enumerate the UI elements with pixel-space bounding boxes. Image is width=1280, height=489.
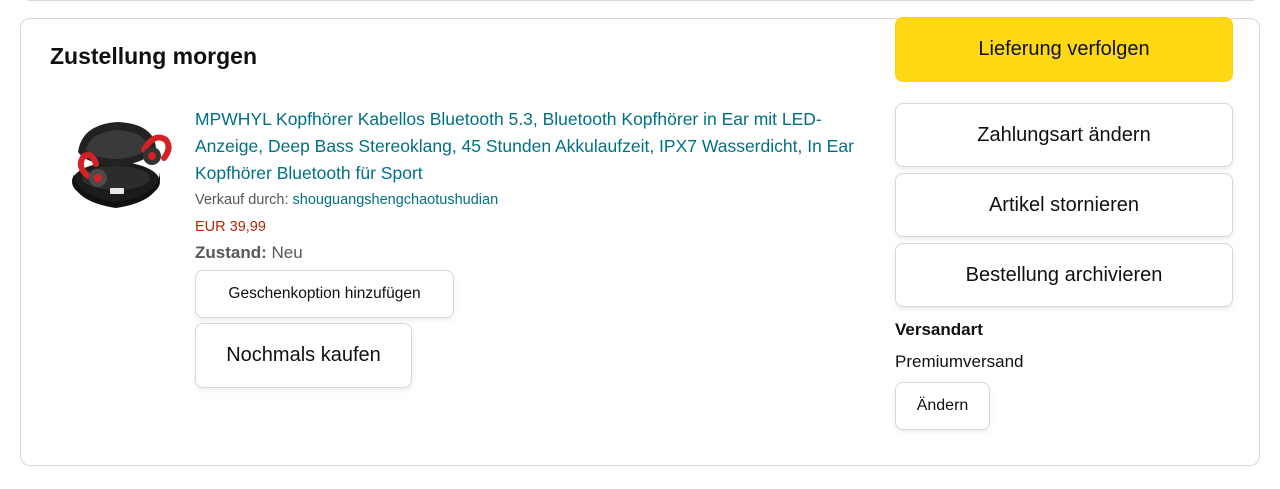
buy-again-button[interactable]: Nochmals kaufen xyxy=(195,323,412,388)
product-title-link[interactable]: MPWHYL Kopfhörer Kabellos Bluetooth 5.3,… xyxy=(195,106,855,187)
condition-label: Zustand: xyxy=(195,243,267,262)
change-payment-button[interactable]: Zahlungsart ändern xyxy=(895,103,1233,167)
order-shipment-card: Zustellung morgen MPWHYL Kopfhörer Kabel… xyxy=(20,17,1260,466)
track-package-button[interactable]: Lieferung verfolgen xyxy=(895,17,1233,82)
delivery-status-title: Zustellung morgen xyxy=(50,43,257,69)
add-gift-option-button[interactable]: Geschenkoption hinzufügen xyxy=(195,270,454,318)
seller-prefix: Verkauf durch: xyxy=(195,192,289,208)
shipping-method-value: Premiumversand xyxy=(895,352,1024,371)
change-shipping-button[interactable]: Ändern xyxy=(895,382,990,430)
seller-line: Verkauf durch: shouguangshengchaotushudi… xyxy=(195,190,855,210)
archive-order-button[interactable]: Bestellung archivieren xyxy=(895,243,1233,307)
condition-value: Neu xyxy=(271,243,303,262)
product-price: EUR 39,99 xyxy=(195,219,266,235)
product-info: MPWHYL Kopfhörer Kabellos Bluetooth 5.3,… xyxy=(195,106,855,264)
earbuds-icon xyxy=(72,122,172,208)
top-divider xyxy=(28,0,1254,1)
product-image[interactable] xyxy=(66,112,178,214)
seller-link[interactable]: shouguangshengchaotushudian xyxy=(293,192,499,208)
cancel-item-button[interactable]: Artikel stornieren xyxy=(895,173,1233,237)
shipping-method-label: Versandart xyxy=(895,320,983,339)
product-condition: Zustand: Neu xyxy=(195,242,855,264)
